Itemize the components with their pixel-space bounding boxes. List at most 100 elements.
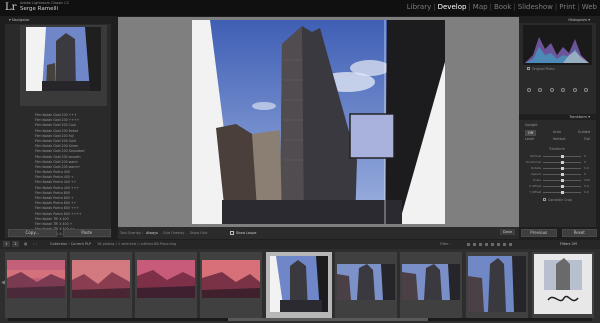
flag-filter-icon[interactable] (473, 243, 476, 246)
filmstrip-scroll-thumb[interactable] (228, 318, 428, 321)
upright-full-tab[interactable]: Full (584, 137, 590, 141)
thumb-image (270, 256, 328, 312)
spot-removal-icon[interactable] (538, 88, 543, 92)
filmstrip-scrollbar[interactable] (8, 318, 592, 321)
graduated-filter-icon[interactable] (561, 88, 566, 92)
filmstrip-thumb[interactable] (5, 252, 67, 318)
previous-button[interactable]: Previous (521, 229, 557, 237)
reset-button[interactable]: Reset (561, 229, 597, 237)
main-photo[interactable] (192, 20, 445, 224)
show-loupe-toggle[interactable]: Show Loupe (230, 231, 257, 235)
slider-x-offset[interactable]: X Offset 0.0 (525, 184, 592, 189)
window-2-button[interactable]: 2 (12, 241, 19, 247)
paste-button[interactable]: Paste (62, 229, 111, 237)
crop-tool-icon[interactable] (526, 88, 531, 92)
star-filter-icon[interactable] (485, 243, 488, 246)
filmstrip-thumb[interactable] (200, 252, 262, 318)
adjustment-brush-icon[interactable] (584, 88, 589, 92)
histogram-title: Histogram (568, 18, 588, 22)
slider-label: Vertical (529, 154, 541, 158)
filmstrip-thumb[interactable] (532, 252, 594, 318)
navigator-title: Navigator (11, 18, 30, 22)
upright-off-tab[interactable]: Off (525, 130, 537, 136)
filmstrip-thumb[interactable] (335, 252, 397, 318)
original-photo-toggle[interactable]: Original Photo (527, 67, 555, 71)
star-filter-icon[interactable] (491, 243, 494, 246)
slider-y-offset[interactable]: Y Offset 0.0 (525, 190, 592, 195)
transform-header[interactable]: Transform ▾ (519, 114, 596, 120)
module-book[interactable]: Book (493, 3, 512, 11)
histogram-header[interactable]: Histogram ▾ (519, 17, 596, 23)
upright-tabs: Upright (525, 123, 590, 127)
collection-label[interactable]: Collection : Current PLP (50, 242, 91, 246)
module-slideshow[interactable]: Slideshow (517, 3, 554, 11)
slider-knob[interactable] (561, 161, 564, 164)
done-button[interactable]: Done (500, 229, 515, 235)
slider-knob[interactable] (561, 155, 564, 158)
upright-auto-tab[interactable]: Auto (553, 130, 561, 136)
left-panel: ▾ Navigator Film Kodak Gold 200 +++ Film… (5, 17, 111, 238)
star-filter-icon[interactable] (497, 243, 500, 246)
filmstrip-thumb[interactable] (135, 252, 197, 318)
upright-vertical-tab[interactable]: Vertical (553, 137, 566, 141)
identity-plate: Adobe Lightroom Classic CC Serge Ramelli (20, 1, 69, 13)
slider-horizontal[interactable]: Horizontal 0 (525, 160, 592, 165)
back-arrow-icon[interactable]: ‹ › (33, 242, 37, 246)
thumb-image (337, 264, 395, 300)
filmstrip-thumb-selected[interactable] (266, 252, 332, 318)
flag-filter-icon[interactable] (467, 243, 470, 246)
slider-rotate[interactable]: Rotate 0.0 (525, 166, 592, 171)
slider-value: 0 (584, 154, 586, 158)
thumb-image (137, 260, 195, 298)
show-grid-label[interactable]: Show Grid (190, 231, 207, 235)
constrain-crop-toggle[interactable]: Constrain Crop (543, 198, 572, 202)
slider-knob[interactable] (561, 179, 564, 182)
right-panel-buttons: Previous Reset (521, 229, 597, 237)
module-web[interactable]: Web (581, 3, 598, 11)
grid-view-icon[interactable]: ▦ (24, 242, 27, 246)
constrain-crop-label: Constrain Crop (548, 198, 572, 202)
transform-title: Transform (569, 115, 588, 119)
module-library[interactable]: Library (406, 3, 432, 11)
thumb-image (202, 260, 260, 298)
slider-knob[interactable] (561, 191, 564, 194)
filmstrip-header: 1 2 ▦ ‹ › Collection : Current PLP 18 ph… (0, 240, 600, 249)
slider-knob[interactable] (561, 173, 564, 176)
navigator-preview[interactable] (20, 25, 107, 106)
thumb-image (72, 260, 130, 298)
grid-overlay-label[interactable]: Grid Overlay (163, 231, 184, 235)
slider-track (543, 155, 581, 158)
slider-scale[interactable]: Scale 100 (525, 178, 592, 183)
slider-knob[interactable] (561, 185, 564, 188)
filmstrip-thumb[interactable] (400, 252, 462, 318)
filmstrip-thumb[interactable] (466, 252, 528, 318)
filmstrip-thumb[interactable] (70, 252, 132, 318)
star-filter-icon[interactable] (509, 243, 512, 246)
module-develop[interactable]: Develop (437, 3, 468, 11)
module-print[interactable]: Print (558, 3, 576, 11)
image-canvas[interactable] (118, 17, 519, 227)
show-loupe-label: Show Loupe (236, 231, 257, 235)
window-1-button[interactable]: 1 (3, 241, 10, 247)
thumb-image (7, 260, 65, 298)
tool-overlay-select[interactable]: Always (146, 231, 158, 235)
star-filter-icon[interactable] (503, 243, 506, 246)
upright-guided-tab[interactable]: Guided (578, 130, 590, 136)
slider-aspect[interactable]: Aspect 0 (525, 172, 592, 177)
upright-title: Upright (525, 123, 538, 127)
upright-level-tab[interactable]: Level (525, 137, 534, 141)
thumb-image (468, 256, 526, 312)
red-eye-icon[interactable] (549, 88, 554, 92)
radial-filter-icon[interactable] (572, 88, 577, 92)
filter-select[interactable]: Filters Off (560, 242, 577, 246)
slider-track (543, 167, 581, 170)
slider-knob[interactable] (561, 167, 564, 170)
checkbox-icon (527, 67, 530, 70)
module-map[interactable]: Map (472, 3, 489, 11)
flag-filter-icon[interactable] (479, 243, 482, 246)
slider-vertical[interactable]: Vertical 0 (525, 154, 592, 159)
slider-label: Y Offset (529, 190, 541, 194)
copy-button[interactable]: Copy... (8, 229, 57, 237)
navigator-header[interactable]: ▾ Navigator (5, 17, 111, 24)
original-photo-label: Original Photo (532, 67, 555, 71)
